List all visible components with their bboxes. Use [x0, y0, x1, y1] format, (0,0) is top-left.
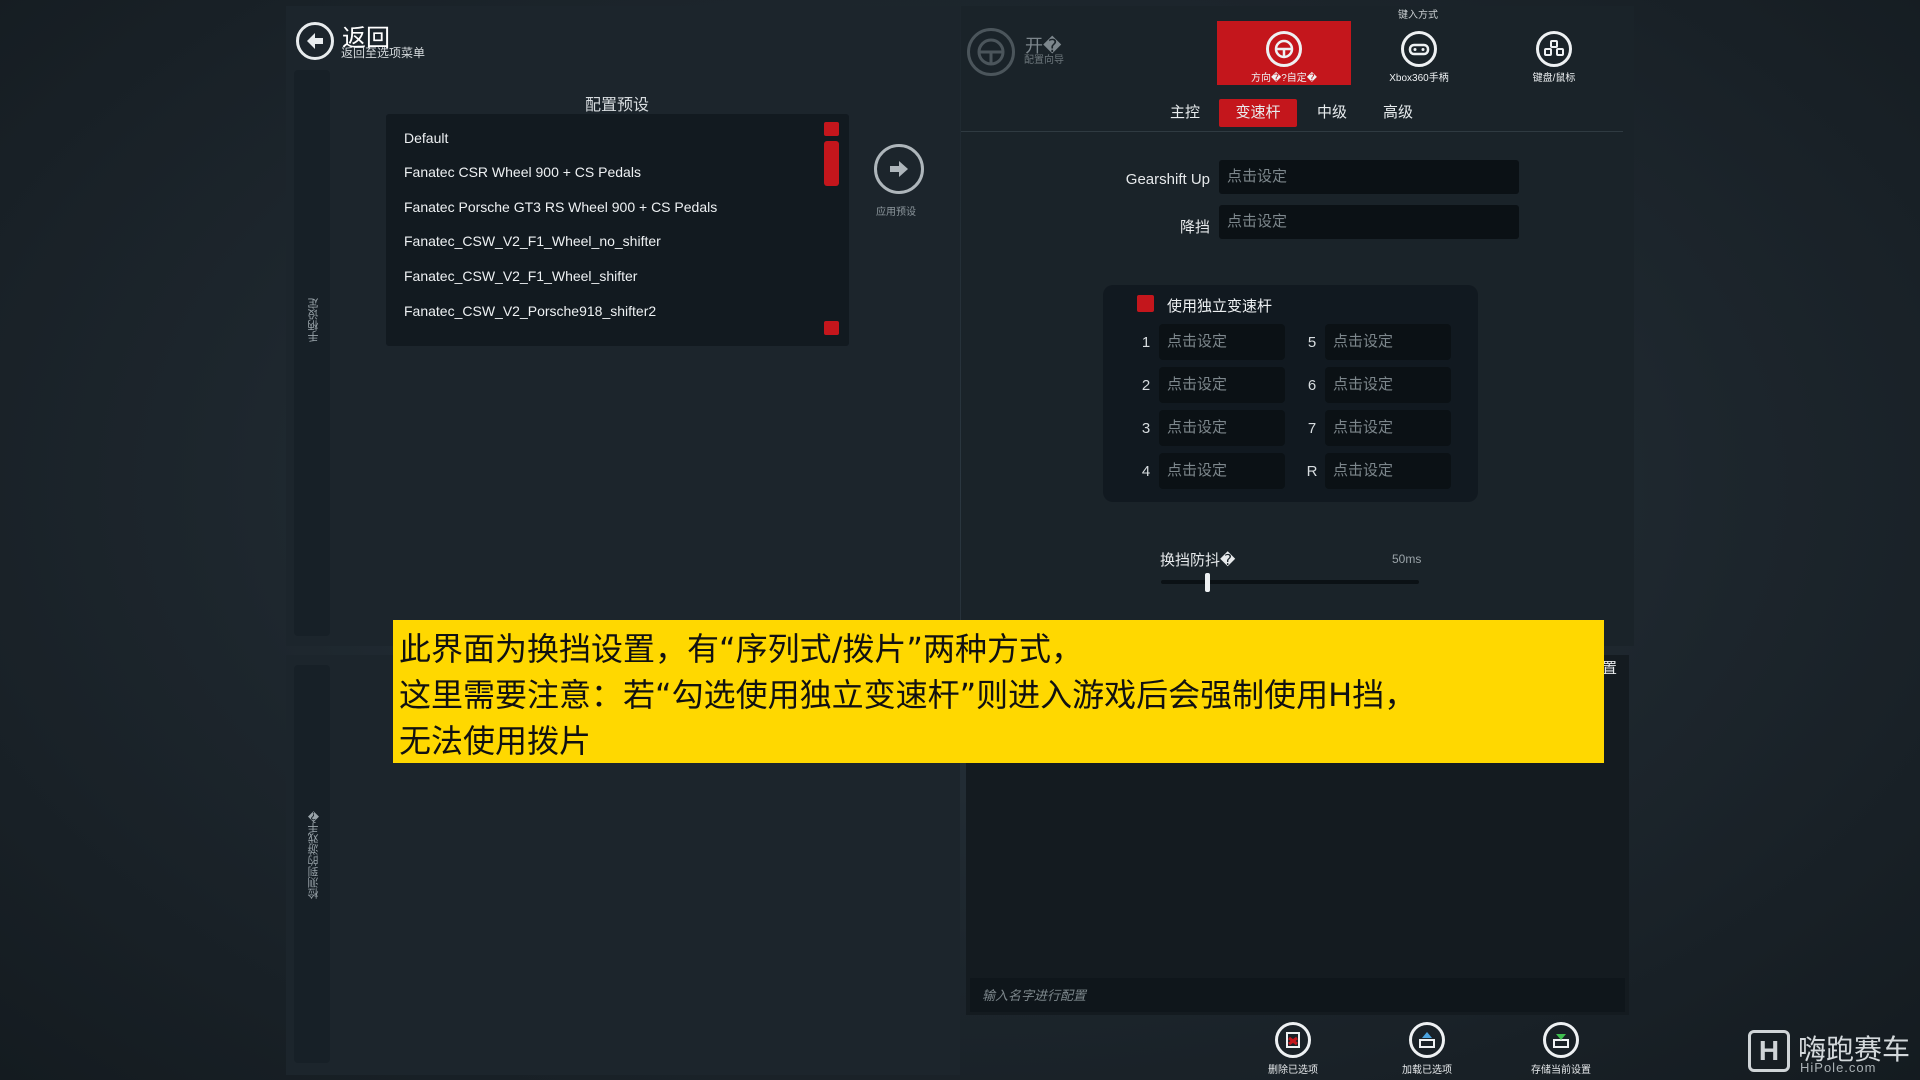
banner-line-1: 此界面为换挡设置，有“序列式/拨片”两种方式， [399, 630, 1083, 668]
gear-6-field[interactable]: 点击设定 [1325, 367, 1451, 403]
shift-debounce-label: 换挡防抖� [1160, 552, 1236, 569]
steering-wheel-icon [1266, 31, 1302, 67]
load-selected-label: 加载已选项 [1402, 1065, 1452, 1076]
gear-3-field[interactable]: 点击设定 [1159, 410, 1285, 446]
preset-item[interactable]: Fanatec_CSW_V2_F1_Wheel_shifter [404, 268, 637, 284]
gear-1-label: 1 [1141, 334, 1151, 351]
shift-debounce-value: 50ms [1392, 552, 1422, 566]
input-mode-xbox-label: Xbox360手柄 [1389, 73, 1449, 84]
scroll-up-button[interactable] [824, 122, 839, 136]
back-button[interactable] [296, 22, 334, 60]
gamepad-icon [1401, 31, 1437, 67]
tab-gearshift[interactable]: 变速杆 [1219, 99, 1297, 127]
h-shifter-checkbox[interactable] [1137, 295, 1154, 312]
back-subtitle: 返回至选项菜单 [341, 46, 426, 60]
tab-divider [961, 131, 1623, 132]
vertical-label-controller-settings: 手柄设定 [308, 298, 320, 342]
save-current-button[interactable]: 存储当前设置 [1506, 1022, 1616, 1076]
gearshift-up-label: Gearshift Up [1125, 171, 1210, 188]
gear-r-field[interactable]: 点击设定 [1325, 453, 1451, 489]
gear-3-label: 3 [1141, 420, 1151, 437]
input-method-label: 键入方式 [1398, 10, 1438, 21]
preset-item-default[interactable]: Default [404, 130, 448, 146]
tab-intermediate[interactable]: 中级 [1307, 99, 1357, 127]
scroll-down-button[interactable] [824, 321, 839, 335]
h-shifter-checkbox-label[interactable]: 使用独立变速杆 [1167, 295, 1272, 316]
tab-advanced[interactable]: 高级 [1370, 99, 1426, 127]
watermark-logo: H [1748, 1030, 1790, 1072]
preset-item[interactable]: Fanatec Porsche GT3 RS Wheel 900 + CS Pe… [404, 199, 717, 215]
wizard-wheel-icon[interactable] [967, 28, 1015, 76]
keyboard-mouse-icon [1536, 31, 1572, 67]
annotation-banner: 此界面为换挡设置，有“序列式/拨片”两种方式， 这里需要注意：若“勾选使用独立变… [393, 620, 1604, 763]
gear-7-label: 7 [1307, 420, 1317, 437]
banner-line-2: 这里需要注意：若“勾选使用独立变速杆”则进入游戏后会强制使用H挡， [399, 676, 1417, 714]
wizard-subtitle: 配置向导 [1024, 55, 1064, 66]
preset-item[interactable]: Fanatec_CSW_V2_Porsche918_shifter2 [404, 303, 656, 319]
gear-4-label: 4 [1141, 463, 1151, 480]
delete-icon [1275, 1022, 1311, 1058]
gear-4-field[interactable]: 点击设定 [1159, 453, 1285, 489]
gearshift-up-field[interactable]: 点击设定 [1219, 160, 1519, 194]
preset-item[interactable]: Fanatec_CSW_V2_F1_Wheel_no_shifter [404, 233, 661, 249]
config-name-input[interactable] [970, 978, 1625, 1012]
vertical-label-detected-controllers: 检测到的游戏手� [308, 809, 320, 899]
arrow-right-icon [890, 161, 908, 177]
delete-selected-button[interactable]: 删除已选项 [1238, 1022, 1348, 1076]
preset-list[interactable]: Default Fanatec CSR Wheel 900 + CS Pedal… [386, 114, 849, 346]
preset-item[interactable]: Fanatec CSR Wheel 900 + CS Pedals [404, 164, 641, 180]
gear-2-field[interactable]: 点击设定 [1159, 367, 1285, 403]
input-mode-keyboard-label: 键盘/鼠标 [1532, 73, 1576, 84]
watermark-url: HiPole.com [1800, 1060, 1877, 1075]
input-mode-xbox[interactable]: Xbox360手柄 [1352, 21, 1486, 85]
partial-heading: 置 [1602, 660, 1618, 677]
input-mode-wheel[interactable]: 方向�?自定� [1217, 21, 1351, 85]
save-current-label: 存储当前设置 [1531, 1065, 1591, 1076]
preset-title: 配置预设 [585, 97, 650, 114]
gear-5-field[interactable]: 点击设定 [1325, 324, 1451, 360]
save-icon [1543, 1022, 1579, 1058]
gear-2-label: 2 [1141, 377, 1151, 394]
input-mode-keyboard[interactable]: 键盘/鼠标 [1487, 21, 1621, 85]
load-icon [1409, 1022, 1445, 1058]
watermark-logo-letter: H [1758, 1035, 1780, 1066]
banner-line-3: 无法使用拨片 [399, 722, 592, 760]
delete-selected-label: 删除已选项 [1268, 1065, 1318, 1076]
gear-7-field[interactable]: 点击设定 [1325, 410, 1451, 446]
gear-6-label: 6 [1307, 377, 1317, 394]
gearshift-down-field[interactable]: 点击设定 [1219, 205, 1519, 239]
vertical-strip-bottom: 检测到的游戏手� [294, 665, 330, 1063]
load-selected-button[interactable]: 加载已选项 [1372, 1022, 1482, 1076]
gear-1-field[interactable]: 点击设定 [1159, 324, 1285, 360]
arrow-left-icon [307, 33, 323, 49]
vertical-strip-top: 手柄设定 [294, 70, 330, 636]
apply-preset-label: 应用预设 [876, 207, 916, 218]
shift-debounce-slider[interactable] [1161, 580, 1419, 584]
tab-main[interactable]: 主控 [1160, 99, 1210, 127]
gear-5-label: 5 [1307, 334, 1317, 351]
steering-wheel-icon [977, 38, 1005, 66]
apply-preset-button[interactable] [874, 144, 924, 194]
input-mode-wheel-label: 方向�?自定� [1250, 73, 1318, 84]
gear-r-label: R [1306, 463, 1318, 480]
gearshift-down-label: 降挡 [1179, 219, 1210, 236]
slider-thumb[interactable] [1204, 573, 1210, 592]
scrollbar-thumb[interactable] [824, 141, 839, 186]
